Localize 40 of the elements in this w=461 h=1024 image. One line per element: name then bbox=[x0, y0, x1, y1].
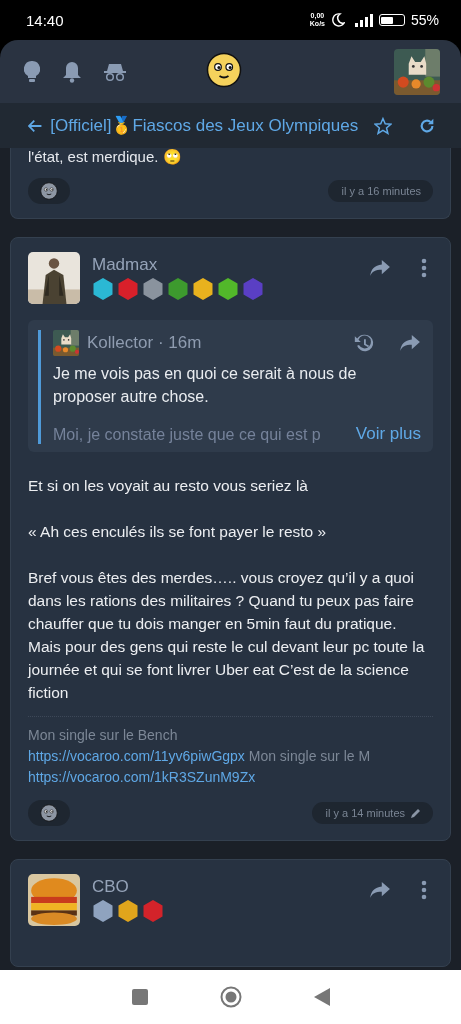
moon-icon bbox=[330, 13, 345, 27]
incognito-icon[interactable] bbox=[104, 61, 126, 82]
battery-icon bbox=[378, 14, 405, 26]
quote-text: Je me vois pas en quoi ce serait à nous de proposer autre chose. bbox=[53, 364, 358, 407]
post-text: « Ah ces enculés ils se font payer le resto » bbox=[28, 522, 328, 542]
share-icon[interactable] bbox=[399, 334, 421, 352]
topic-title: [Officiel]🥇Fiascos des Jeux Olympiques bbox=[50, 115, 359, 136]
pencil-icon[interactable] bbox=[411, 808, 421, 818]
more-icon[interactable] bbox=[421, 880, 427, 900]
reaction-button[interactable] bbox=[28, 800, 70, 826]
share-icon[interactable] bbox=[369, 881, 391, 899]
back-icon[interactable] bbox=[313, 988, 330, 1006]
quote-author: Kollector · 16m bbox=[87, 333, 203, 353]
post-text: Bref vous êtes des merdes….. vous croyez qu’il y a quoi dans les rations des militaires ? Quand tu peux pas faire chauffer que tu dois manger en 5min faut du pratique. Mais pour des gens qui reste le cul devant leur pc toute la journée et qui se font livrer Uber eat C’est de la science fiction bbox=[28, 568, 426, 703]
smiley-logo-icon bbox=[206, 51, 242, 88]
link[interactable]: https://vocaroo.com/11yv6piwGgpx bbox=[28, 748, 245, 764]
history-icon[interactable] bbox=[353, 332, 375, 354]
reaction-button[interactable] bbox=[28, 178, 70, 204]
home-icon[interactable] bbox=[219, 986, 242, 1008]
recents-icon[interactable] bbox=[131, 989, 148, 1005]
post-text: l'état, est merdique. 🙄 bbox=[28, 148, 183, 166]
post-text: Et si on les voyait au resto vous seriez là bbox=[28, 476, 309, 496]
signature-text: Mon single sur le Bench https://vocaroo.com/11yv6piwGgpx Mon single sur le M https://vocaroo.com/1kR3SZunM9Zx bbox=[28, 726, 372, 787]
link[interactable]: https://vocaroo.com/1kR3SZunM9Zx bbox=[28, 769, 256, 785]
share-icon[interactable] bbox=[369, 259, 391, 277]
star-icon[interactable] bbox=[374, 115, 393, 136]
quote-text: Moi, je constate juste que ce qui est p bbox=[53, 426, 322, 444]
smiley-icon bbox=[40, 804, 58, 822]
back-arrow-icon[interactable] bbox=[28, 118, 43, 133]
battery-percent: 55% bbox=[410, 12, 439, 28]
author-name[interactable]: CBO bbox=[92, 877, 357, 897]
clock: 14:40 bbox=[26, 11, 64, 29]
lightbulb-icon[interactable] bbox=[24, 60, 40, 83]
show-more-link[interactable]: Voir plus bbox=[355, 424, 421, 444]
more-icon[interactable] bbox=[421, 258, 427, 278]
bell-icon[interactable] bbox=[62, 60, 82, 83]
author-name[interactable]: Madmax bbox=[92, 255, 357, 275]
post-time: il y a 14 minutes bbox=[311, 802, 433, 824]
smiley-icon bbox=[40, 182, 58, 200]
post-time: il y a 16 minutes bbox=[327, 180, 433, 202]
